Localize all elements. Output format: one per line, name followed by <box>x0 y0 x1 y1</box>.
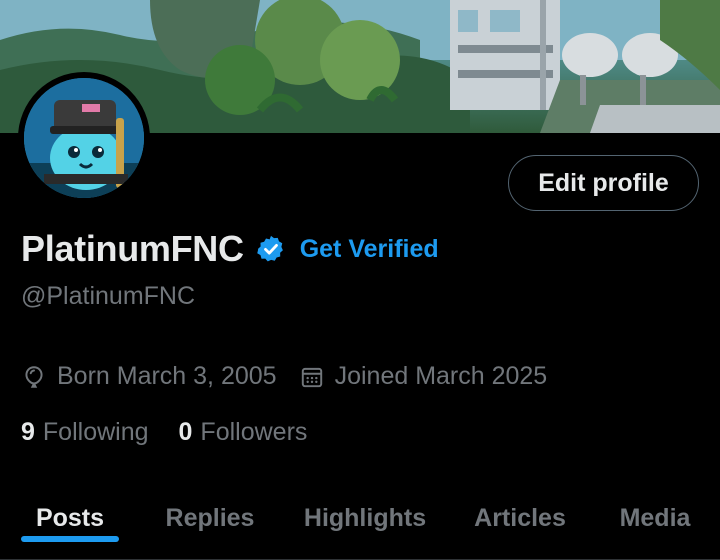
tab-replies[interactable]: Replies <box>140 490 280 546</box>
balloon-icon <box>25 365 43 388</box>
profile-name-row: PlatinumFNC Get Verified <box>21 224 439 274</box>
following-link[interactable]: 9 Following <box>21 418 149 447</box>
verified-badge-icon[interactable] <box>256 234 286 264</box>
followers-link[interactable]: 0 Followers <box>179 418 308 447</box>
tab-media[interactable]: Media <box>590 490 720 546</box>
tab-articles[interactable]: Articles <box>450 490 590 546</box>
edit-profile-button[interactable]: Edit profile <box>508 155 699 211</box>
get-verified-link[interactable]: Get Verified <box>300 235 439 264</box>
following-count: 9 <box>21 418 35 446</box>
profile-meta: Born March 3, 2005 Joined March 2025 <box>21 362 547 391</box>
following-label: Following <box>42 418 149 446</box>
join-date: Joined March 2025 <box>299 362 548 391</box>
followers-label: Followers <box>200 418 308 446</box>
tab-media-label: Media <box>619 503 691 532</box>
tab-highlights[interactable]: Highlights <box>280 490 450 546</box>
display-name: PlatinumFNC <box>21 228 244 269</box>
birth-date-text: Born March 3, 2005 <box>57 362 277 390</box>
tab-posts[interactable]: Posts <box>0 490 140 546</box>
calendar-icon <box>301 367 322 387</box>
birth-date: Born March 3, 2005 <box>21 362 277 391</box>
tab-articles-label: Articles <box>474 503 566 532</box>
followers-count: 0 <box>178 418 193 446</box>
join-date-text: Joined March 2025 <box>334 362 548 390</box>
avatar[interactable] <box>18 72 150 204</box>
follow-stats: 9 Following 0 Followers <box>21 418 307 447</box>
profile-handle: @PlatinumFNC <box>21 282 196 310</box>
tab-replies-label: Replies <box>165 503 255 532</box>
tab-highlights-label: Highlights <box>303 503 427 532</box>
tab-posts-label: Posts <box>35 503 105 532</box>
avatar-image <box>24 78 144 198</box>
profile-tabs: Posts Replies Highlights Articles Media <box>0 490 720 560</box>
active-tab-indicator <box>21 536 119 542</box>
